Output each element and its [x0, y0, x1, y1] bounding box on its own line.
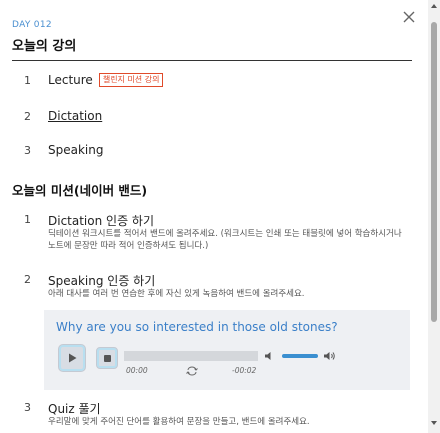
speaking-sentence: Why are you so interested in those old s… [56, 320, 338, 334]
volume-slider[interactable] [282, 354, 318, 358]
lecture-number: 2 [24, 109, 31, 123]
mission-item-title: Dictation 인증 하기 [48, 214, 155, 228]
speaker-volume-icon[interactable] [323, 350, 337, 362]
scrollbar-thumb[interactable] [431, 22, 437, 322]
speaker-mute-icon[interactable] [264, 351, 276, 361]
title-divider [12, 60, 412, 61]
stop-button[interactable] [96, 347, 118, 369]
scrollbar[interactable] [428, 0, 440, 433]
lecture-label: Speaking [48, 143, 104, 157]
lesson-panel: DAY 012 오늘의 강의 1 Lecture 챌린지 미션 강의 2 Dic… [0, 0, 428, 433]
stop-icon [103, 354, 111, 362]
close-button[interactable] [400, 8, 418, 26]
lecture-number: 1 [24, 73, 31, 87]
lecture-item-1[interactable]: 1 Lecture 챌린지 미션 강의 [24, 71, 164, 89]
mission-title: 오늘의 미션(네이버 밴드) [12, 183, 148, 198]
mission-item-desc: 우리말에 맞게 주어진 단어를 활용하여 문장을 만들고, 밴드에 올려주세요. [48, 417, 310, 427]
mission-item-desc: 딕테이션 워크시트를 적어서 밴드에 올려주세요. (워크시트는 인쇄 또는 태… [48, 229, 402, 251]
mission-item-desc: 아래 대사를 여러 번 연습한 후에 자신 있게 녹음하여 밴드에 올려주세요. [48, 289, 305, 299]
mission-number: 3 [24, 401, 31, 414]
challenge-badge: 챌린지 미션 강의 [98, 73, 164, 87]
scroll-down-icon[interactable] [430, 420, 438, 426]
remaining-time: -00:02 [232, 366, 257, 375]
lecture-item-3[interactable]: 3 Speaking [24, 141, 109, 159]
day-label: DAY 012 [12, 20, 52, 30]
dictation-link[interactable]: Dictation [48, 109, 102, 123]
play-button[interactable] [58, 344, 86, 372]
lecture-number: 3 [24, 143, 31, 157]
mission-number: 2 [24, 273, 31, 286]
lecture-item-2[interactable]: 2 Dictation [24, 107, 108, 125]
current-time: 00:00 [126, 366, 148, 375]
mission-item-title: Quiz 풀기 [48, 402, 101, 416]
repeat-icon[interactable] [185, 366, 199, 376]
audio-player: Why are you so interested in those old s… [44, 310, 410, 390]
lecture-label: Lecture [48, 73, 93, 87]
close-icon [403, 11, 415, 23]
mission-number: 1 [24, 213, 31, 226]
mission-item-title: Speaking 인증 하기 [48, 274, 156, 288]
seek-bar[interactable] [124, 351, 258, 361]
scroll-up-icon[interactable] [430, 3, 438, 9]
page-title: 오늘의 강의 [12, 39, 77, 54]
play-icon [69, 353, 77, 363]
